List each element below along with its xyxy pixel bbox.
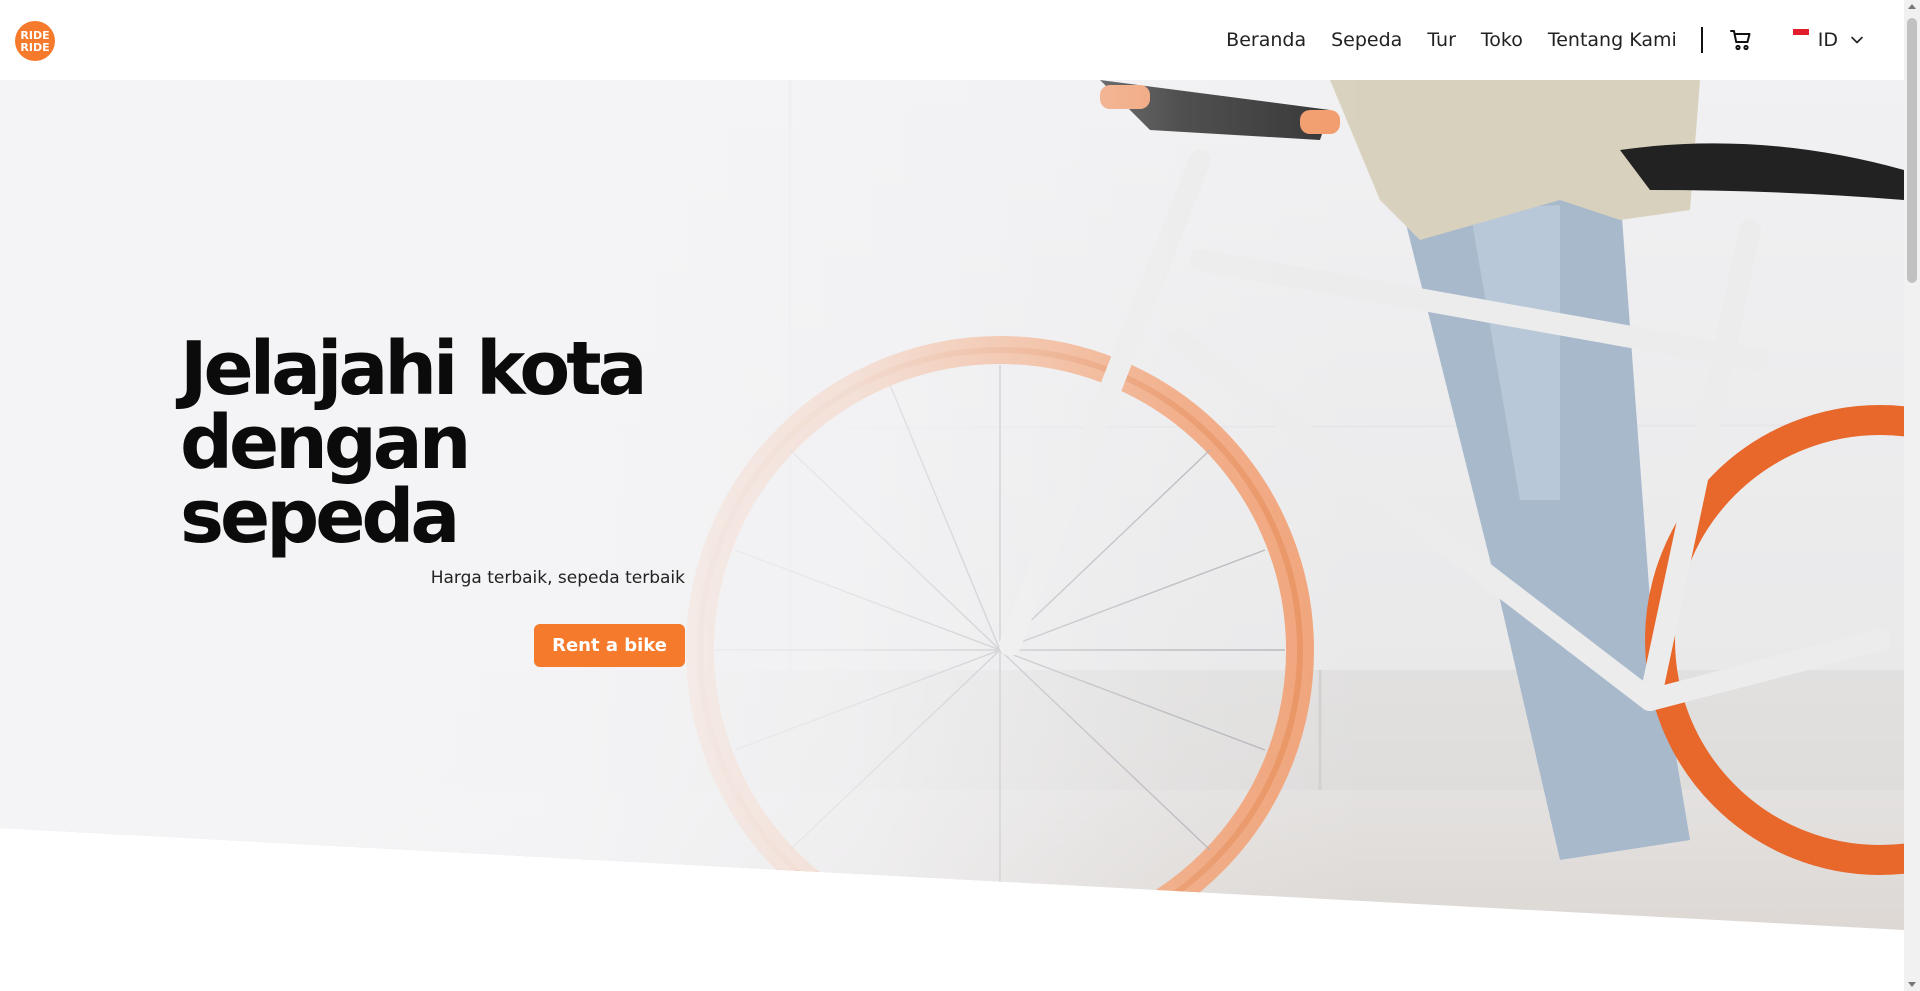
nav-link-beranda[interactable]: Beranda [1226,29,1306,51]
nav-divider [1700,27,1703,53]
language-selector[interactable]: ID [1792,29,1864,51]
hero-text-block: Jelajahi kota dengan sepeda Harga terbai… [180,332,685,667]
nav-link-toko[interactable]: Toko [1481,29,1523,51]
ride-ride-logo[interactable]: RIDE RIDE [14,20,56,62]
scroll-thumb[interactable] [1907,18,1917,283]
hero-title-line-2: dengan sepeda [180,400,471,560]
hero-section: Jelajahi kota dengan sepeda Harga terbai… [0,80,1904,930]
scroll-down-arrow-icon[interactable] [1908,982,1916,987]
rent-a-bike-button[interactable]: Rent a bike [534,624,685,667]
nav-link-tur[interactable]: Tur [1427,29,1456,51]
cart-icon[interactable] [1729,28,1753,52]
chevron-down-icon [1851,36,1863,44]
main-nav: Beranda Sepeda Tur Toko Tentang Kami ID [1226,0,1864,80]
language-code: ID [1817,29,1838,51]
page-scrollbar[interactable] [1904,0,1920,991]
indonesia-flag-icon [1792,29,1809,41]
svg-text:RIDE: RIDE [20,41,49,54]
hero-title: Jelajahi kota dengan sepeda [180,332,685,554]
hero-subtitle: Harga terbaik, sepeda terbaik [430,568,685,588]
nav-link-sepeda[interactable]: Sepeda [1331,29,1402,51]
nav-link-tentang-kami[interactable]: Tentang Kami [1548,29,1677,51]
site-header: RIDE RIDE Beranda Sepeda Tur Toko Tentan… [0,0,1904,80]
scroll-up-arrow-icon[interactable] [1908,4,1916,9]
